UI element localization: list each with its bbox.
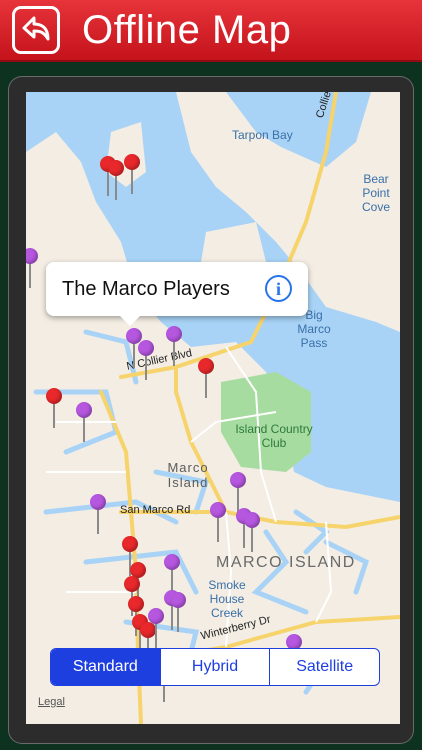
hybrid-segment[interactable]: Hybrid [159, 649, 270, 685]
tarpon-bay-label: Tarpon Bay [232, 128, 293, 142]
map-view[interactable]: Tarpon Bay Bear Point Cove Big Marco Pas… [26, 92, 400, 724]
title-bar: Offline Map [0, 0, 422, 62]
red-map-pin[interactable] [108, 160, 124, 202]
marco-island-area-label: Marco Island [167, 460, 209, 490]
red-map-pin[interactable] [124, 154, 140, 196]
page-title: Offline Map [82, 8, 292, 52]
island-country-club-label: Island Country Club [235, 422, 313, 450]
purple-map-pin[interactable] [76, 402, 92, 444]
callout-title: The Marco Players [62, 278, 230, 300]
purple-map-pin[interactable] [138, 340, 154, 382]
purple-map-pin[interactable] [166, 326, 182, 368]
red-map-pin[interactable] [46, 388, 62, 430]
purple-map-pin[interactable] [26, 248, 38, 290]
satellite-segment[interactable]: Satellite [269, 649, 379, 685]
purple-map-pin[interactable] [148, 608, 164, 650]
purple-map-pin[interactable] [210, 502, 226, 544]
info-icon[interactable]: i [265, 275, 292, 302]
purple-map-pin[interactable] [90, 494, 106, 536]
map-type-segmented-control[interactable]: Standard Hybrid Satellite [50, 648, 380, 686]
standard-segment[interactable]: Standard [51, 649, 160, 685]
place-callout[interactable]: The Marco Players i [46, 262, 308, 316]
purple-map-pin[interactable] [170, 592, 186, 634]
back-arrow-icon [22, 16, 50, 41]
marco-island-town-label: MARCO ISLAND [216, 554, 356, 571]
callout-pointer [120, 316, 140, 326]
red-map-pin[interactable] [198, 358, 214, 400]
smoke-house-creek-label: Smoke House Creek [208, 578, 246, 620]
san-marco-rd-label: San Marco Rd [120, 504, 191, 516]
back-button[interactable] [12, 6, 60, 54]
legal-link[interactable]: Legal [38, 696, 65, 708]
purple-map-pin[interactable] [244, 512, 260, 554]
bear-point-cove-label: Bear Point Cove [361, 172, 390, 214]
